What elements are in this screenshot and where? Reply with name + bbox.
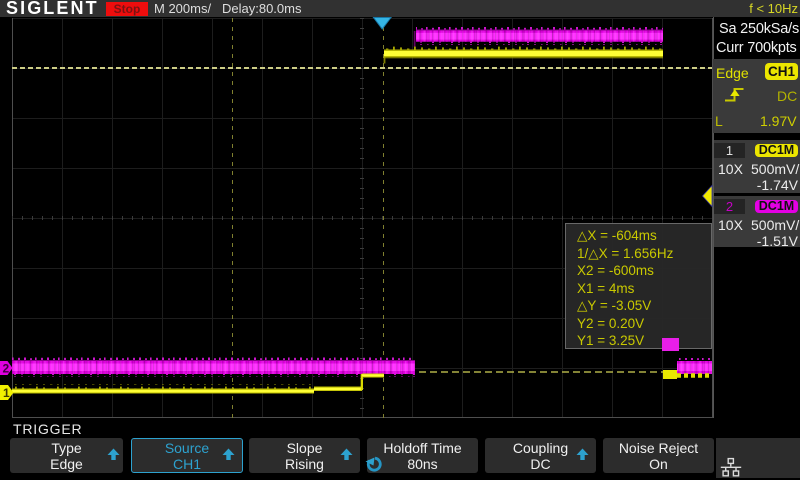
svg-text:2: 2	[3, 362, 10, 376]
svg-text:1: 1	[3, 386, 10, 400]
